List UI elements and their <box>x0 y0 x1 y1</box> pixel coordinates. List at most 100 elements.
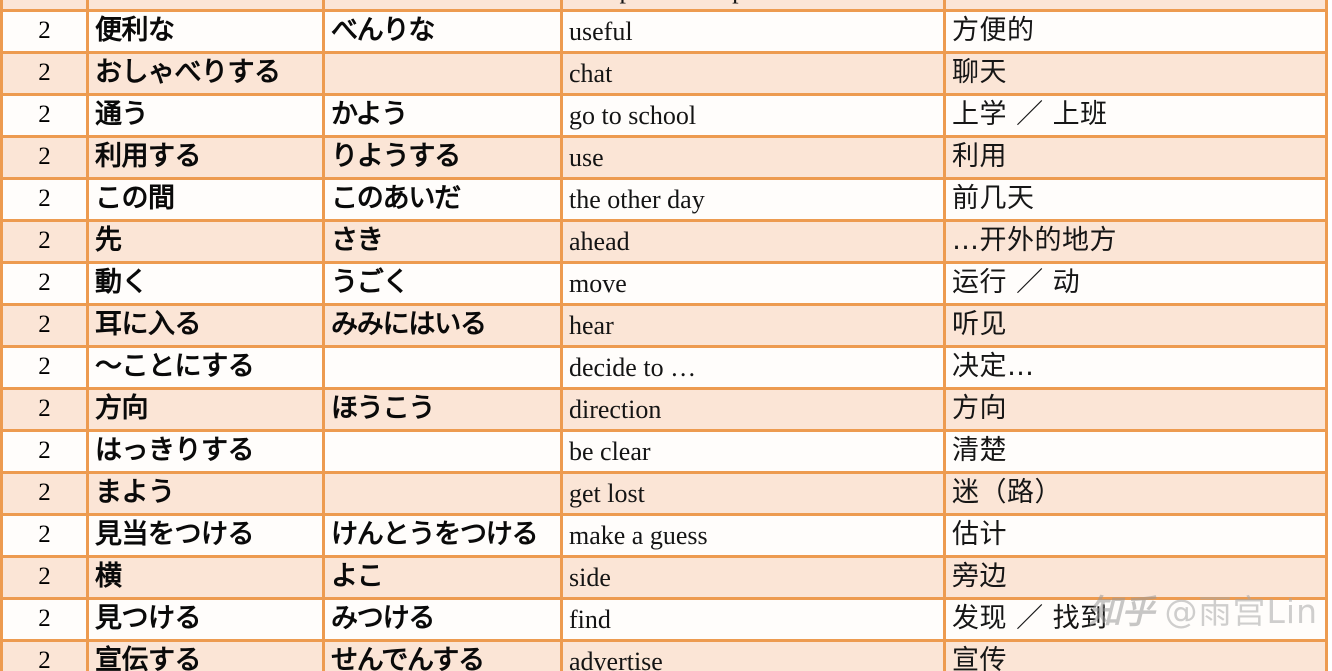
cell-kana[interactable]: うごく <box>322 261 563 306</box>
cell-japanese[interactable]: ～ことにする <box>86 345 325 390</box>
table-row[interactable]: 2 宣伝する せんでんする advertise 宣传 <box>0 639 1328 671</box>
cell-kana[interactable]: みみにはいる <box>322 303 563 348</box>
cell-kana[interactable]: かよう <box>322 93 563 138</box>
cell-level[interactable]: 2 <box>0 219 89 264</box>
cell-level[interactable]: 2 <box>0 0 89 12</box>
cell-japanese[interactable]: 見当をつける <box>86 513 325 558</box>
cell-level[interactable]: 2 <box>0 177 89 222</box>
cell-chinese[interactable]: 旁边 <box>943 555 1328 600</box>
cell-japanese[interactable]: 交通機関 <box>86 0 325 12</box>
cell-english[interactable]: ahead <box>560 219 946 264</box>
cell-level[interactable]: 2 <box>0 345 89 390</box>
cell-level[interactable]: 2 <box>0 303 89 348</box>
cell-english[interactable]: side <box>560 555 946 600</box>
cell-chinese[interactable]: …开外的地方 <box>943 219 1328 264</box>
cell-english[interactable]: decide to … <box>560 345 946 390</box>
cell-japanese[interactable]: 宣伝する <box>86 639 325 671</box>
cell-level[interactable]: 2 <box>0 555 89 600</box>
cell-japanese[interactable]: おしゃべりする <box>86 51 325 96</box>
cell-english[interactable]: move <box>560 261 946 306</box>
table-row[interactable]: 2 ～ことにする decide to … 决定… <box>0 345 1328 390</box>
cell-kana[interactable] <box>322 51 563 96</box>
cell-kana[interactable]: りようする <box>322 135 563 180</box>
cell-level[interactable]: 2 <box>0 513 89 558</box>
cell-chinese[interactable]: 上学 ／ 上班 <box>943 93 1328 138</box>
table-row[interactable]: 2 まよう get lost 迷（路） <box>0 471 1328 516</box>
cell-japanese[interactable]: 耳に入る <box>86 303 325 348</box>
cell-chinese[interactable]: 估计 <box>943 513 1328 558</box>
cell-japanese[interactable]: 横 <box>86 555 325 600</box>
sheet-scroll-area[interactable]: 2交通機関こうつうきかんtransport / transportation交通… <box>0 0 1332 671</box>
cell-chinese[interactable]: 运行 ／ 动 <box>943 261 1328 306</box>
cell-kana[interactable]: よこ <box>322 555 563 600</box>
cell-level[interactable]: 2 <box>0 261 89 306</box>
cell-english[interactable]: advertise <box>560 639 946 671</box>
table-row[interactable]: 2 便利な べんりな useful 方便的 <box>0 9 1328 54</box>
table-row[interactable]: 2 おしゃべりする chat 聊天 <box>0 51 1328 96</box>
cell-english[interactable]: useful <box>560 9 946 54</box>
cell-english[interactable]: transport / transportation <box>560 0 946 12</box>
cell-kana[interactable]: べんりな <box>322 9 563 54</box>
cell-chinese[interactable]: 听见 <box>943 303 1328 348</box>
cell-level[interactable]: 2 <box>0 387 89 432</box>
cell-english[interactable]: hear <box>560 303 946 348</box>
cell-english[interactable]: use <box>560 135 946 180</box>
cell-chinese[interactable]: 交通工具 <box>943 0 1328 12</box>
table-row[interactable]: 2交通機関こうつうきかんtransport / transportation交通… <box>0 0 1328 12</box>
table-row[interactable]: 2 動く うごく move 运行 ／ 动 <box>0 261 1328 306</box>
cell-chinese[interactable]: 清楚 <box>943 429 1328 474</box>
cell-kana[interactable]: こうつうきかん <box>322 0 563 12</box>
cell-chinese[interactable]: 方向 <box>943 387 1328 432</box>
table-row[interactable]: 2 見当をつける けんとうをつける make a guess 估计 <box>0 513 1328 558</box>
cell-kana[interactable] <box>322 429 563 474</box>
cell-kana[interactable]: みつける <box>322 597 563 642</box>
cell-japanese[interactable]: まよう <box>86 471 325 516</box>
table-row[interactable]: 2 はっきりする be clear 清楚 <box>0 429 1328 474</box>
cell-level[interactable]: 2 <box>0 51 89 96</box>
cell-english[interactable]: go to school <box>560 93 946 138</box>
cell-japanese[interactable]: 見つける <box>86 597 325 642</box>
cell-japanese[interactable]: 通う <box>86 93 325 138</box>
table-row[interactable]: 2 利用する りようする use 利用 <box>0 135 1328 180</box>
cell-english[interactable]: get lost <box>560 471 946 516</box>
cell-japanese[interactable]: 便利な <box>86 9 325 54</box>
cell-english[interactable]: make a guess <box>560 513 946 558</box>
cell-chinese[interactable]: 决定… <box>943 345 1328 390</box>
cell-english[interactable]: find <box>560 597 946 642</box>
cell-chinese[interactable]: 发现 ／ 找到 <box>943 597 1328 642</box>
table-row[interactable]: 2 この間 このあいだ the other day 前几天 <box>0 177 1328 222</box>
cell-japanese[interactable]: 利用する <box>86 135 325 180</box>
cell-level[interactable]: 2 <box>0 597 89 642</box>
cell-kana[interactable]: このあいだ <box>322 177 563 222</box>
cell-japanese[interactable]: はっきりする <box>86 429 325 474</box>
cell-level[interactable]: 2 <box>0 471 89 516</box>
cell-chinese[interactable]: 利用 <box>943 135 1328 180</box>
table-row[interactable]: 2 方向 ほうこう direction 方向 <box>0 387 1328 432</box>
table-row[interactable]: 2 通う かよう go to school 上学 ／ 上班 <box>0 93 1328 138</box>
cell-kana[interactable] <box>322 471 563 516</box>
cell-chinese[interactable]: 宣传 <box>943 639 1328 671</box>
table-row[interactable]: 2 横よこ side 旁边 <box>0 555 1328 600</box>
cell-english[interactable]: chat <box>560 51 946 96</box>
cell-level[interactable]: 2 <box>0 639 89 671</box>
table-row[interactable]: 2 見つける みつける find 发现 ／ 找到 <box>0 597 1328 642</box>
cell-kana[interactable] <box>322 345 563 390</box>
cell-japanese[interactable]: 先 <box>86 219 325 264</box>
cell-kana[interactable]: さき <box>322 219 563 264</box>
cell-japanese[interactable]: この間 <box>86 177 325 222</box>
cell-english[interactable]: be clear <box>560 429 946 474</box>
cell-japanese[interactable]: 動く <box>86 261 325 306</box>
cell-chinese[interactable]: 迷（路） <box>943 471 1328 516</box>
cell-level[interactable]: 2 <box>0 429 89 474</box>
cell-english[interactable]: direction <box>560 387 946 432</box>
cell-level[interactable]: 2 <box>0 9 89 54</box>
cell-level[interactable]: 2 <box>0 135 89 180</box>
table-row[interactable]: 2 先さき ahead …开外的地方 <box>0 219 1328 264</box>
cell-chinese[interactable]: 聊天 <box>943 51 1328 96</box>
cell-level[interactable]: 2 <box>0 93 89 138</box>
table-row[interactable]: 2 耳に入る みみにはいる hear 听见 <box>0 303 1328 348</box>
cell-chinese[interactable]: 方便的 <box>943 9 1328 54</box>
cell-chinese[interactable]: 前几天 <box>943 177 1328 222</box>
cell-kana[interactable]: ほうこう <box>322 387 563 432</box>
cell-english[interactable]: the other day <box>560 177 946 222</box>
